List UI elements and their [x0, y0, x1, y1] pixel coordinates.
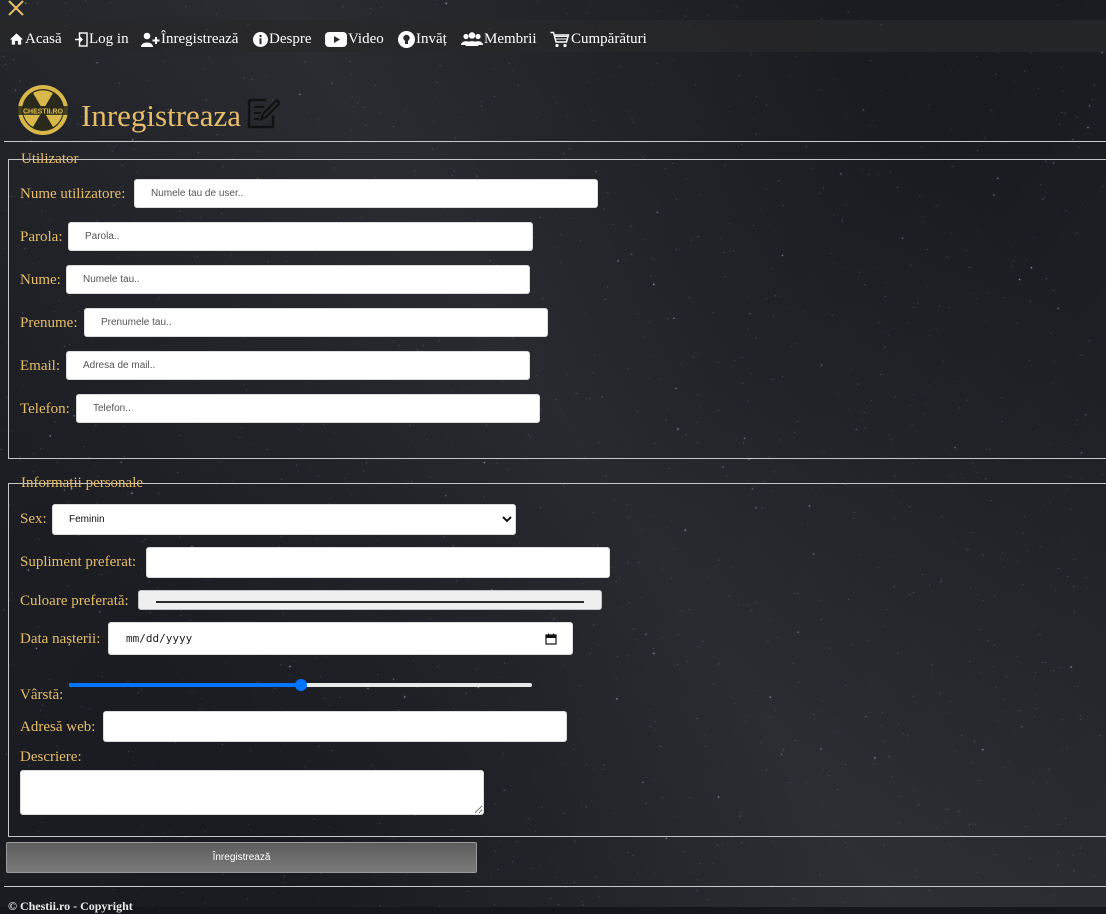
website-input[interactable]	[103, 711, 567, 742]
color-swatch	[156, 601, 584, 603]
header-divider	[4, 141, 1106, 142]
close-icon[interactable]	[6, 0, 26, 18]
nav-label: Membrii	[484, 30, 537, 47]
age-slider-fill	[69, 683, 301, 687]
nav-item-video[interactable]: Video	[325, 28, 384, 50]
username-label: Nume utilizatore:	[20, 186, 126, 202]
nav-item-acasa[interactable]: Acasă	[9, 28, 62, 50]
supplement-input[interactable]	[146, 547, 610, 578]
youtube-icon	[325, 31, 347, 47]
radiation-logo-icon: CHESTII.RO	[18, 85, 68, 135]
firstname-input[interactable]	[84, 308, 548, 337]
password-label: Parola:	[20, 229, 63, 245]
user-legend: Utilizator	[21, 151, 79, 167]
nav-label: Despre	[269, 30, 312, 47]
nav-item-despre[interactable]: Despre	[253, 28, 311, 50]
birthdate-input[interactable]: mm/dd/yyyy	[108, 622, 573, 655]
age-slider[interactable]	[69, 678, 532, 692]
supplement-label: Supliment preferat:	[20, 554, 137, 570]
nav-label: Log in	[89, 30, 129, 47]
birthdate-label: Data nașterii:	[20, 631, 101, 647]
description-label: Descriere:	[20, 749, 82, 765]
username-input[interactable]	[134, 179, 598, 208]
nav-label: Cumpărături	[571, 30, 647, 47]
lastname-label: Nume:	[20, 272, 61, 288]
edit-icon	[247, 98, 280, 129]
birthdate-placeholder: mm/dd/yyyy	[126, 632, 193, 645]
nav-item-membrii[interactable]: Membrii	[461, 28, 537, 50]
submit-button[interactable]: Înregistrează	[6, 842, 477, 873]
svg-text:CHESTII.RO: CHESTII.RO	[23, 109, 64, 116]
personal-legend: Informații personale	[21, 475, 144, 491]
lightbulb-icon	[398, 30, 415, 48]
age-label: Vârstă:	[20, 687, 64, 703]
phone-input[interactable]	[76, 394, 540, 423]
sex-label: Sex:	[20, 511, 47, 527]
page-title: Inregistreaza	[81, 98, 242, 133]
email-input[interactable]	[66, 351, 530, 380]
cart-icon	[550, 31, 570, 48]
nav-item-cumparaturi[interactable]: Cumpărături	[550, 28, 647, 50]
age-slider-thumb[interactable]	[294, 679, 307, 691]
footer-divider	[4, 886, 1106, 887]
nav-item-invat[interactable]: Invăț	[398, 28, 447, 50]
website-label: Adresă web:	[20, 719, 96, 735]
nav-label: Înregistrează	[161, 30, 239, 47]
top-navbar: Acasă Log in Înregistrează Despre Video	[0, 20, 1106, 52]
nav-label: Acasă	[25, 30, 62, 47]
password-input[interactable]	[68, 222, 533, 251]
lastname-input[interactable]	[66, 265, 530, 294]
home-icon	[9, 32, 24, 46]
users-icon	[461, 31, 483, 47]
color-picker[interactable]	[138, 590, 602, 610]
nav-item-login[interactable]: Log in	[75, 28, 129, 50]
calendar-icon[interactable]	[545, 633, 557, 645]
add-user-icon	[141, 32, 160, 47]
nav-label: Invăț	[416, 30, 447, 47]
email-label: Email:	[20, 358, 60, 374]
firstname-label: Prenume:	[20, 315, 78, 331]
info-icon	[253, 31, 268, 47]
color-label: Culoare preferată:	[20, 593, 129, 609]
phone-label: Telefon:	[20, 401, 70, 417]
sex-select[interactable]: Feminin	[52, 504, 516, 535]
nav-label: Video	[348, 30, 384, 47]
description-textarea[interactable]	[20, 770, 484, 815]
login-icon	[75, 31, 88, 47]
nav-item-inregistreaza[interactable]: Înregistrează	[141, 28, 238, 50]
